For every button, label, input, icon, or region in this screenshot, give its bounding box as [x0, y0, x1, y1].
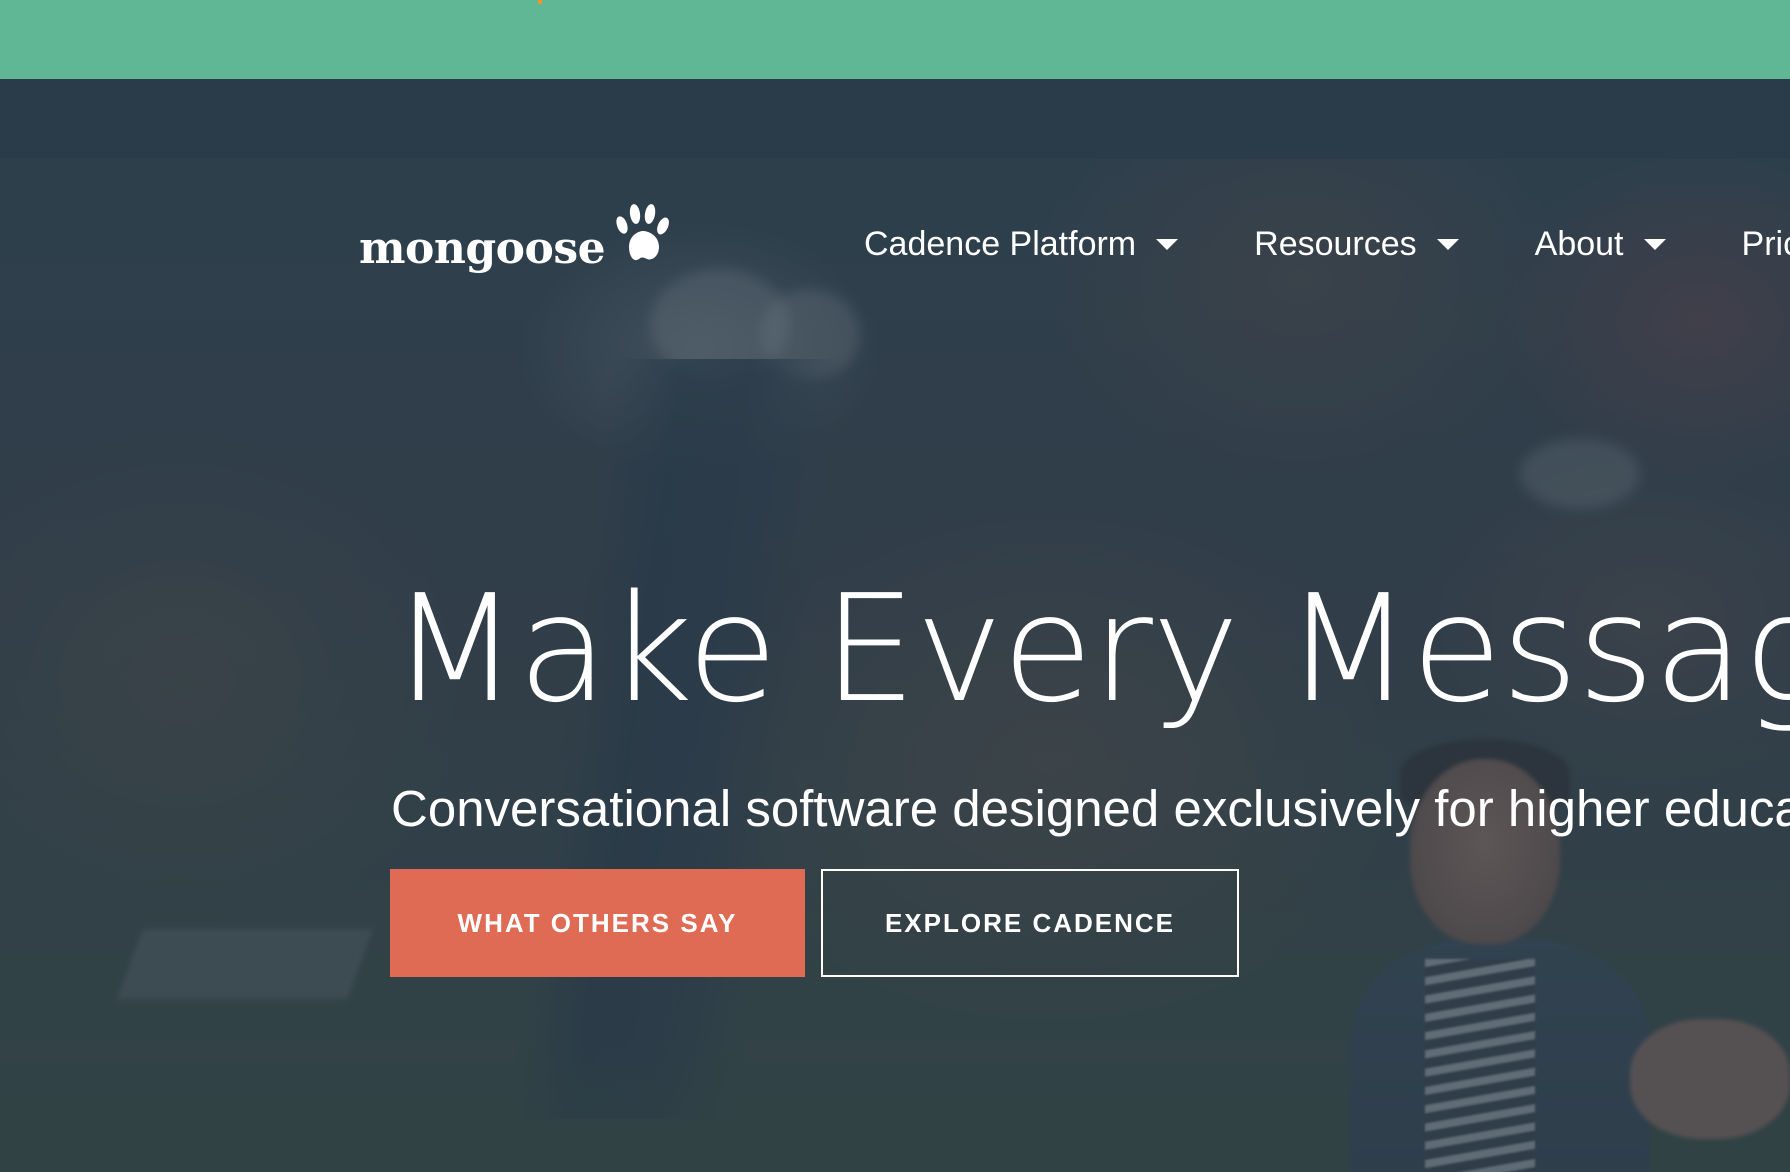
- hero-subheadline: Conversational software designed exclusi…: [391, 780, 1790, 837]
- nav-item-label: Cadence Platform: [864, 225, 1137, 263]
- site-logo[interactable]: mongoose: [359, 203, 671, 271]
- caret-down-icon: [1643, 239, 1666, 250]
- explore-cadence-button[interactable]: EXPLORE CADENCE: [821, 869, 1239, 977]
- nav-item-label: Pric: [1741, 225, 1790, 263]
- nav-item-label: About: [1534, 225, 1624, 263]
- page: mongoose Cadence Platform Resources Abou…: [0, 0, 1790, 1172]
- what-others-say-button[interactable]: WHAT OTHERS SAY: [390, 869, 805, 977]
- hero-headline: Make Every Message: [391, 563, 1790, 736]
- nav-menu: Cadence Platform Resources About Pric: [864, 225, 1790, 264]
- logo-text: mongoose: [359, 223, 606, 274]
- promo-bar: [0, 0, 1790, 79]
- nav-item-resources[interactable]: Resources: [1254, 225, 1459, 264]
- header-band: [0, 79, 1790, 159]
- nav-item-pricing[interactable]: Pric: [1742, 225, 1790, 264]
- main-navbar: mongoose Cadence Platform Resources Abou…: [0, 159, 1790, 329]
- paw-icon: [616, 204, 670, 261]
- nav-item-about[interactable]: About: [1535, 225, 1666, 264]
- caret-down-icon: [1436, 239, 1459, 250]
- nav-item-label: Resources: [1254, 225, 1417, 263]
- hero-section: mongoose Cadence Platform Resources Abou…: [0, 159, 1790, 1172]
- caret-down-icon: [1156, 239, 1179, 250]
- nav-item-cadence-platform[interactable]: Cadence Platform: [864, 225, 1179, 264]
- promo-bar-accent: [538, 0, 542, 4]
